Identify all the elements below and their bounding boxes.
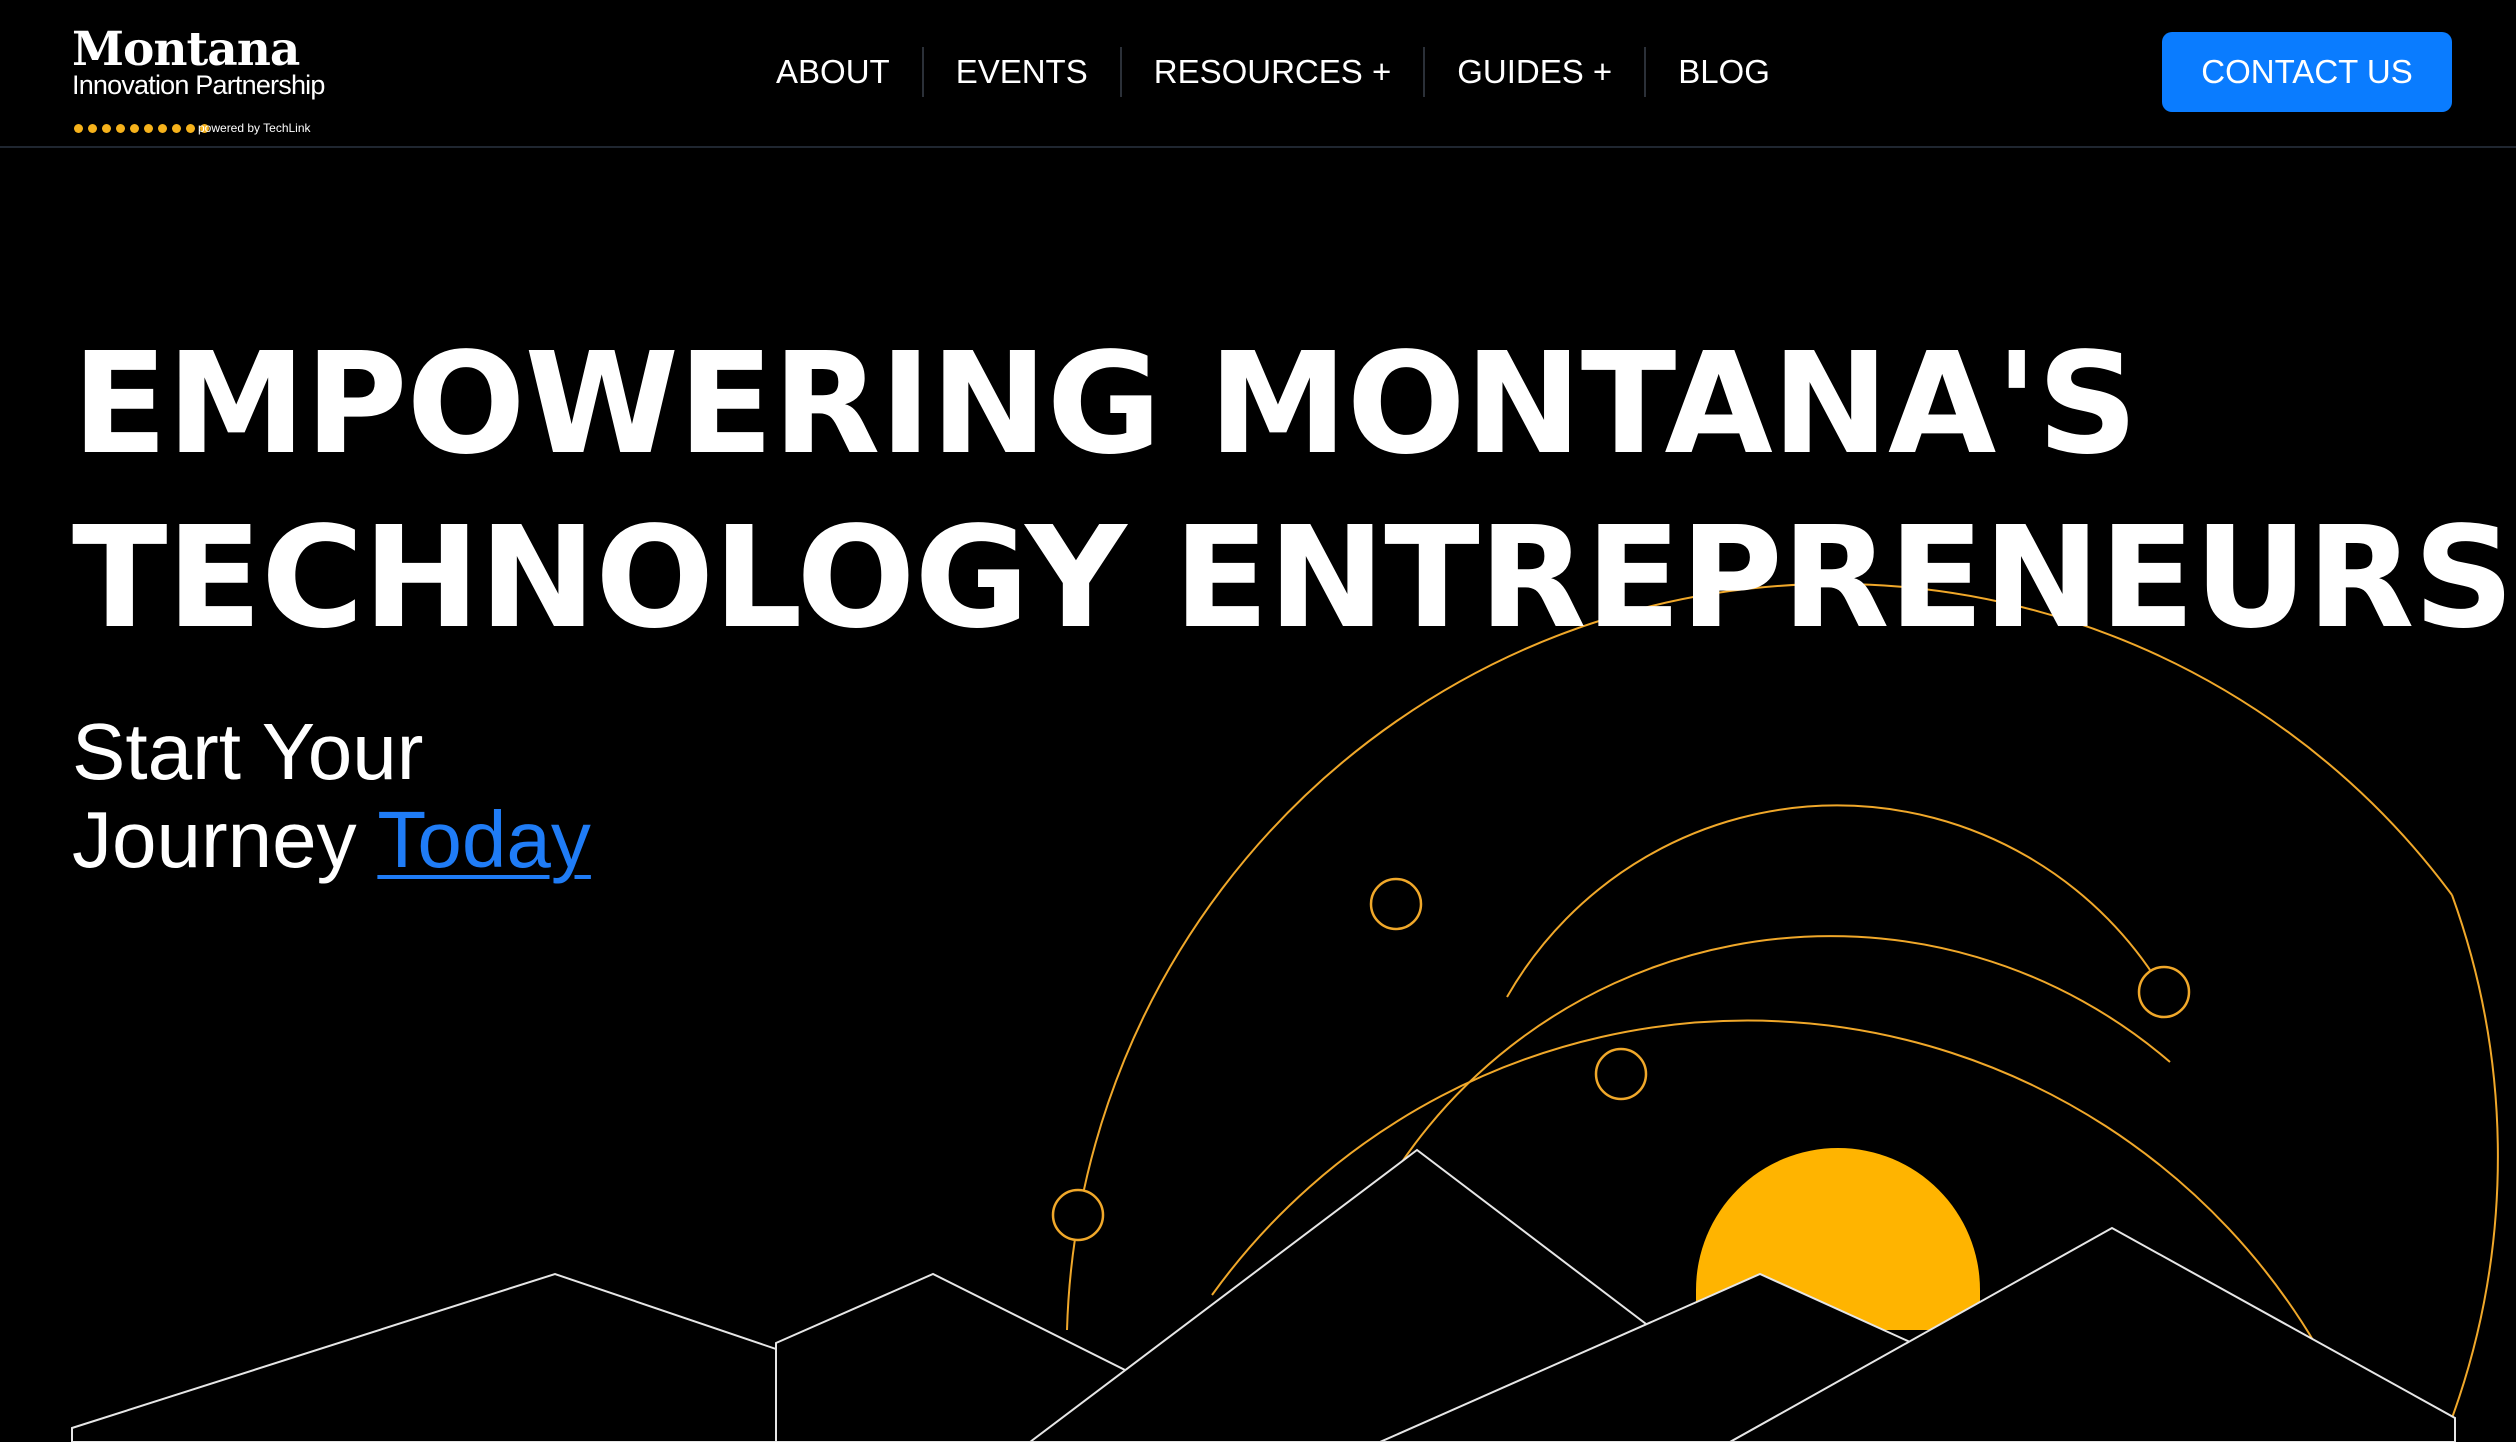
brand-subtitle: Innovation Partnership: [72, 70, 325, 100]
main-nav: ABOUT EVENTS RESOURCES + GUIDES + BLOG: [744, 46, 1802, 98]
brand-logo[interactable]: Montana Innovation Partnership powered b…: [72, 22, 332, 136]
brand-dots: [74, 124, 209, 133]
site-header: Montana Innovation Partnership powered b…: [0, 0, 2516, 148]
hero-sub-line-2-prefix: Journey: [72, 795, 378, 884]
orbit-planet-2: [1594, 1047, 1648, 1101]
brand-powered-by: powered by TechLink: [198, 121, 311, 135]
hero-sub-line-2: Journey Today: [72, 796, 591, 884]
page: Montana Innovation Partnership powered b…: [0, 0, 2516, 1442]
hero-headline-line-1: EMPOWERING MONTANA'S: [72, 323, 2138, 486]
hero-sub-line-1: Start Your: [72, 707, 424, 796]
orbit-planet-1: [1369, 877, 1423, 931]
nav-item-blog[interactable]: BLOG: [1646, 46, 1802, 98]
orbit-ring-1: [1506, 804, 2168, 998]
nav-item-resources[interactable]: RESOURCES +: [1122, 46, 1423, 98]
brand-title: Montana: [72, 22, 300, 77]
today-link[interactable]: Today: [377, 795, 590, 884]
hero-headline-line-2: TECHNOLOGY ENTREPRENEURS: [72, 497, 2514, 660]
hero-subheading: Start Your Journey Today: [72, 708, 591, 884]
orbit-planet-4: [1051, 1188, 1105, 1242]
contact-us-button[interactable]: CONTACT US: [2162, 32, 2452, 112]
orbit-ring-4-right: [2451, 894, 2499, 1419]
orbit-planet-3: [2137, 965, 2191, 1019]
nav-item-about[interactable]: ABOUT: [744, 46, 922, 98]
hero-headline: EMPOWERING MONTANA'S TECHNOLOGY ENTREPRE…: [72, 318, 2514, 666]
nav-item-guides[interactable]: GUIDES +: [1425, 46, 1644, 98]
nav-item-events[interactable]: EVENTS: [924, 46, 1120, 98]
